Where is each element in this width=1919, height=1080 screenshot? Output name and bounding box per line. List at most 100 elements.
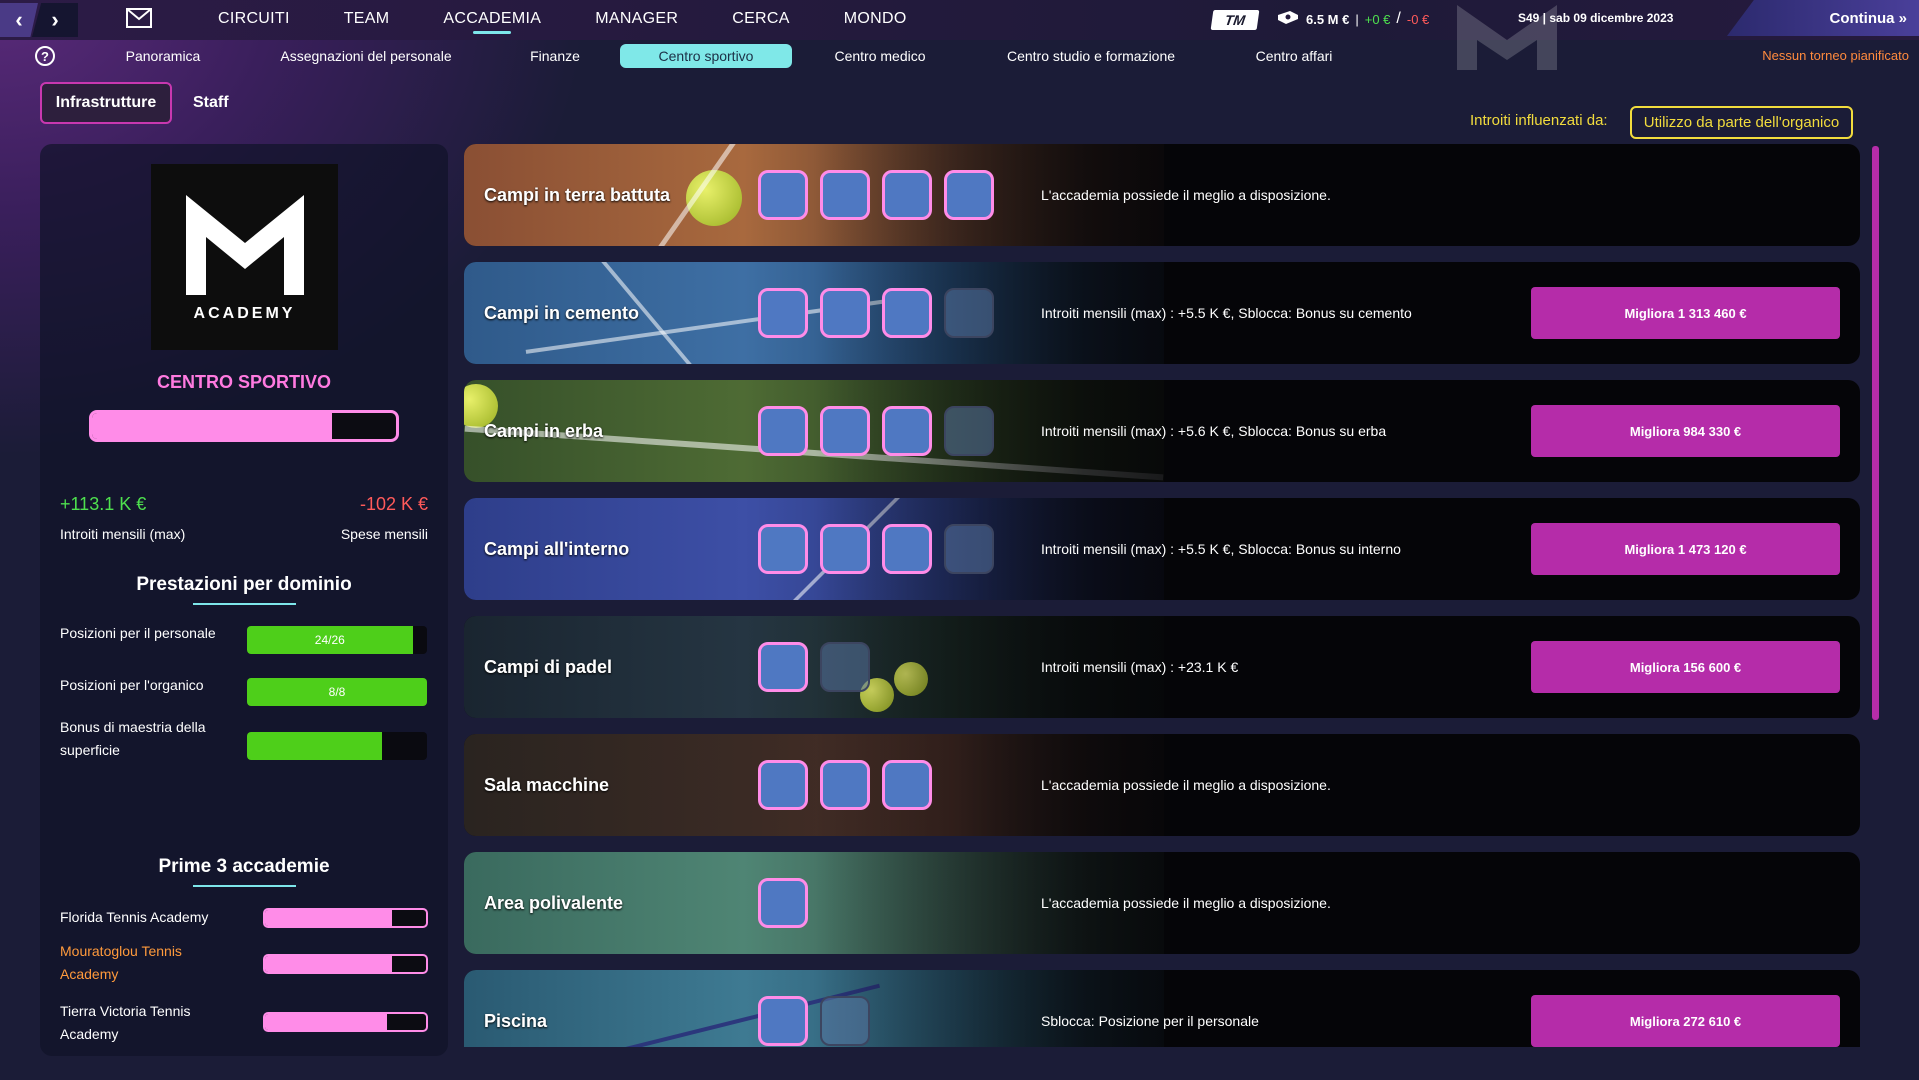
academy-name-2: Mouratoglou Tennis Academy bbox=[60, 943, 182, 982]
subnav-finanze[interactable]: Finanze bbox=[520, 44, 590, 68]
facility-name: Campi in cemento bbox=[484, 302, 640, 323]
facility-name: Campi in erba bbox=[484, 420, 604, 441]
level-slot-empty bbox=[944, 288, 994, 338]
facility-description: L'accademia possiede il meglio a disposi… bbox=[1041, 187, 1331, 203]
academy-logo: ACADEMY bbox=[151, 164, 338, 350]
game-date: S49 | sab 09 dicembre 2023 bbox=[1518, 11, 1674, 25]
perf-title: Prestazioni per dominio bbox=[136, 574, 352, 595]
gain-value: +0 € bbox=[1364, 11, 1391, 27]
level-slot-filled bbox=[820, 406, 870, 456]
level-slot-filled bbox=[944, 170, 994, 220]
subnav-centro-sportivo[interactable]: Centro sportivo bbox=[620, 44, 792, 68]
back-icon[interactable]: ‹ bbox=[0, 3, 38, 37]
main-nav: CIRCUITI TEAM ACCADEMIA MANAGER CERCA MO… bbox=[218, 0, 961, 40]
influence-value: Utilizzo da parte dell'organico bbox=[1630, 106, 1853, 139]
forward-icon[interactable]: › bbox=[32, 3, 78, 37]
facility-levels bbox=[758, 642, 870, 692]
subnav-centro-medico[interactable]: Centro medico bbox=[820, 44, 940, 68]
tab-staff[interactable]: Staff bbox=[193, 82, 229, 124]
top-academies-title: Prime 3 accademie bbox=[158, 856, 330, 877]
nav-accademia[interactable]: ACCADEMIA bbox=[443, 0, 541, 40]
upgrade-button[interactable]: Migliora 1 473 120 € bbox=[1531, 523, 1840, 575]
nav-manager[interactable]: MANAGER bbox=[595, 0, 678, 40]
level-slot-filled bbox=[758, 524, 808, 574]
help-icon[interactable]: ? bbox=[35, 46, 55, 66]
expense-label: Spese mensili bbox=[340, 526, 428, 542]
facility-levels bbox=[758, 996, 870, 1046]
tab-infrastrutture[interactable]: Infrastrutture bbox=[40, 82, 172, 124]
loss-value: -0 € bbox=[1406, 11, 1430, 27]
academy-bar-2 bbox=[263, 954, 428, 974]
academy-bar-1 bbox=[263, 908, 428, 928]
main-progress-bar bbox=[89, 410, 399, 442]
facility-levels bbox=[758, 406, 994, 456]
facility-row: Piscina Sblocca: Posizione per il person… bbox=[464, 970, 1860, 1047]
facility-levels bbox=[758, 760, 932, 810]
facility-levels bbox=[758, 524, 994, 574]
subnav-centro-studio[interactable]: Centro studio e formazione bbox=[996, 44, 1186, 68]
finance-summary[interactable]: 6.5 M € | +0 € / -0 € bbox=[1276, 10, 1429, 28]
upgrade-button[interactable]: Migliora 156 600 € bbox=[1531, 641, 1840, 693]
balance-separator: | bbox=[1355, 11, 1359, 27]
academy-fill-3 bbox=[265, 1014, 388, 1030]
panel-title: CENTRO SPORTIVO bbox=[156, 372, 331, 392]
nav-mondo[interactable]: MONDO bbox=[844, 0, 907, 40]
nav-team[interactable]: TEAM bbox=[344, 0, 390, 40]
nav-circuiti[interactable]: CIRCUITI bbox=[218, 0, 290, 40]
continue-button[interactable]: Continua » bbox=[1727, 0, 1919, 36]
influence-label: Introiti influenzati da: bbox=[1470, 112, 1608, 129]
level-slot-filled bbox=[882, 760, 932, 810]
top-academies-underline bbox=[193, 885, 296, 887]
scrollbar[interactable] bbox=[1872, 146, 1879, 720]
academy-logo-mark bbox=[185, 195, 304, 295]
nav-cerca[interactable]: CERCA bbox=[732, 0, 790, 40]
perf-bar-personale: 24/26 bbox=[247, 626, 427, 654]
academy-fill-1 bbox=[265, 910, 393, 926]
facility-description: Sblocca: Posizione per il personale bbox=[1041, 1013, 1259, 1029]
perf-fill-organico: 8/8 bbox=[247, 678, 427, 706]
income-label: Introiti mensili (max) bbox=[60, 526, 186, 542]
level-slot-filled bbox=[758, 878, 808, 928]
perf-fill-personale: 24/26 bbox=[247, 626, 413, 654]
facility-levels bbox=[758, 288, 994, 338]
facility-description: Introiti mensili (max) : +5.6 K €, Sbloc… bbox=[1041, 423, 1387, 439]
facility-name: Sala macchine bbox=[484, 774, 610, 795]
upgrade-button[interactable]: Migliora 272 610 € bbox=[1531, 995, 1840, 1047]
balance-value: 6.5 M € bbox=[1306, 11, 1350, 27]
subnav-centro-affari[interactable]: Centro affari bbox=[1246, 44, 1342, 68]
facility-name: Campi all'interno bbox=[484, 538, 630, 559]
subnav-panoramica[interactable]: Panoramica bbox=[110, 44, 216, 68]
facility-row: Campi in terra battuta L'accademia possi… bbox=[464, 144, 1860, 246]
mail-icon[interactable] bbox=[126, 8, 152, 28]
upgrade-button[interactable]: Migliora 1 313 460 € bbox=[1531, 287, 1840, 339]
perf-bar-bonus bbox=[247, 732, 427, 760]
facility-description: Introiti mensili (max) : +23.1 K € bbox=[1041, 659, 1239, 675]
perf-label-organico: Posizioni per l'organico bbox=[60, 677, 204, 693]
facility-description: L'accademia possiede il meglio a disposi… bbox=[1041, 895, 1331, 911]
facility-row: Area polivalente L'accademia possiede il… bbox=[464, 852, 1860, 954]
academy-logo-text: ACADEMY bbox=[193, 305, 296, 322]
perf-title-underline bbox=[193, 603, 296, 605]
subnav-assegnazioni[interactable]: Assegnazioni del personale bbox=[268, 44, 464, 68]
upgrade-button[interactable]: Migliora 984 330 € bbox=[1531, 405, 1840, 457]
level-slot-empty bbox=[944, 524, 994, 574]
academy-name-3: Tierra Victoria Tennis Academy bbox=[60, 1003, 191, 1042]
level-slot-filled bbox=[758, 760, 808, 810]
academy-fill-2 bbox=[265, 956, 393, 972]
facility-row: Sala macchine L'accademia possiede il me… bbox=[464, 734, 1860, 836]
facility-description: Introiti mensili (max) : +5.5 K €, Sbloc… bbox=[1041, 305, 1412, 321]
income-value: +113.1 K € bbox=[60, 494, 147, 514]
facility-row: Campi in erba Introiti mensili (max) : +… bbox=[464, 380, 1860, 482]
level-slot-filled bbox=[820, 524, 870, 574]
level-slot-filled bbox=[882, 170, 932, 220]
perf-label-bonus: Bonus di maestria della superficie bbox=[60, 719, 206, 758]
facility-levels bbox=[758, 170, 994, 220]
facility-list: Campi in terra battuta L'accademia possi… bbox=[464, 144, 1860, 1047]
academy-name-1: Florida Tennis Academy bbox=[60, 909, 209, 925]
perf-label-personale: Posizioni per il personale bbox=[60, 625, 216, 641]
level-slot-empty bbox=[944, 406, 994, 456]
facility-name: Campi in terra battuta bbox=[484, 184, 671, 205]
facility-name: Area polivalente bbox=[484, 892, 624, 913]
no-tournament-notice[interactable]: Nessun torneo pianificato bbox=[1762, 48, 1909, 63]
level-slot-filled bbox=[882, 406, 932, 456]
